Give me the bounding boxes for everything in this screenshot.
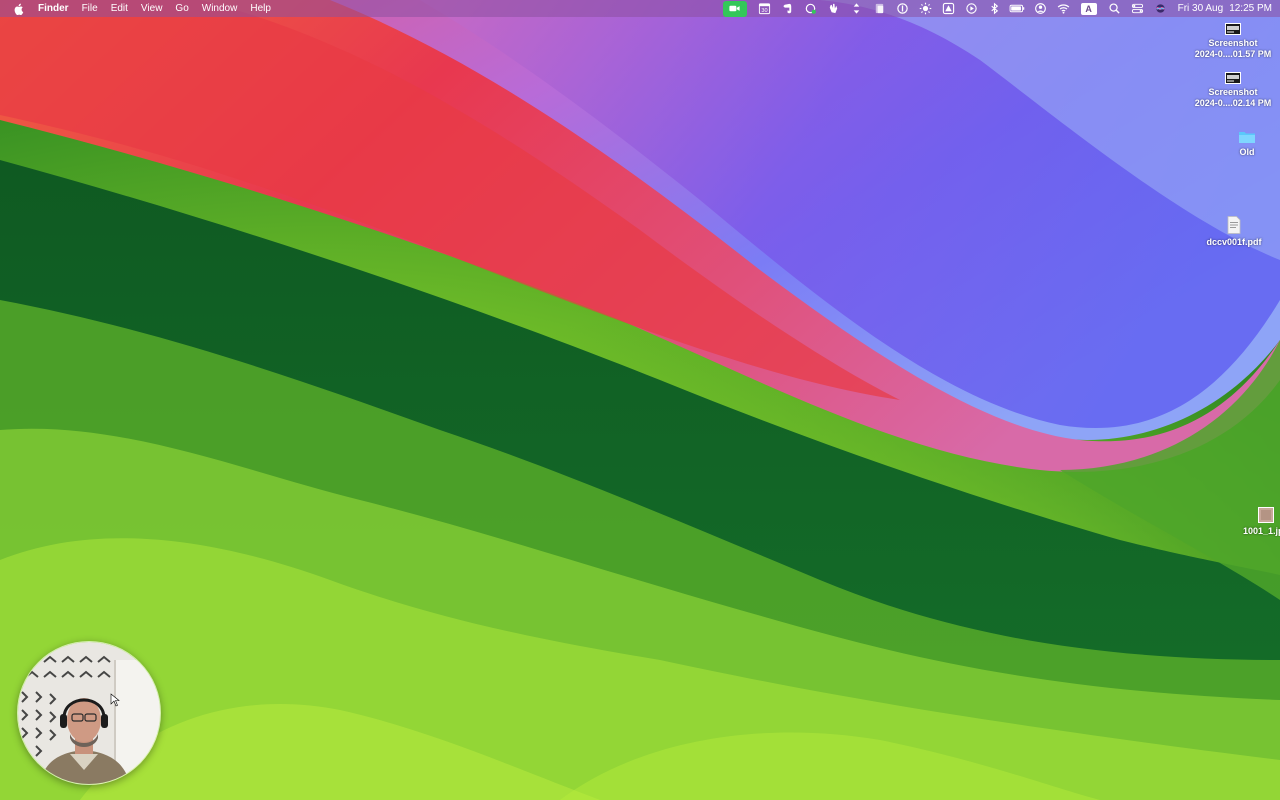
desktop-item-name: Old (1239, 147, 1255, 157)
desktop-item-subtitle: 2024-0....02.14 PM (1194, 98, 1272, 108)
menu-go[interactable]: Go (175, 0, 188, 17)
menu-edit[interactable]: Edit (111, 0, 128, 17)
spotlight-search-icon[interactable] (1106, 1, 1124, 16)
screenshot-thumbnail-icon (1225, 72, 1241, 84)
apple-logo-icon[interactable] (12, 2, 26, 16)
menu-bar-clock[interactable]: Fri 30 Aug 12:25 PM (1178, 3, 1272, 14)
hand-gesture-icon[interactable] (825, 1, 843, 16)
menu-bar: Finder File Edit View Go Window Help 30 (0, 0, 1280, 17)
desktop-wallpaper (0, 0, 1280, 800)
siri-icon[interactable] (1152, 1, 1170, 16)
folder-icon (1239, 132, 1255, 143)
desktop-item-name: dccv001f.pdf (1206, 237, 1262, 247)
menu-bar-left: Finder File Edit View Go Window Help (0, 0, 284, 17)
menu-help[interactable]: Help (250, 0, 271, 17)
desktop-item-screenshot-2[interactable]: Screenshot 2024-0....02.14 PM (1188, 72, 1278, 109)
menu-file[interactable]: File (82, 0, 98, 17)
clock-date: Fri 30 Aug (1177, 3, 1224, 14)
menu-app-finder[interactable]: Finder (38, 0, 69, 17)
webcam-presenter-video (18, 642, 160, 784)
sync-status-icon[interactable] (802, 1, 820, 16)
user-account-icon[interactable] (1032, 1, 1050, 16)
battery-icon[interactable] (1009, 1, 1027, 16)
menu-bar-status-area: 30 A Fri 30 Aug 12:25 PM (722, 0, 1272, 17)
webcam-overlay (17, 641, 161, 785)
clock-time: 12:25 PM (1229, 3, 1272, 14)
desktop-item-name: Screenshot (1208, 87, 1258, 97)
drive-upload-icon[interactable] (940, 1, 958, 16)
desktop-item-folder-old[interactable]: Old (1202, 130, 1280, 158)
menu-view[interactable]: View (141, 0, 163, 17)
evernote-icon[interactable] (779, 1, 797, 16)
password-manager-icon[interactable] (894, 1, 912, 16)
image-file-icon (1258, 507, 1274, 523)
desktop-item-jpg[interactable]: 1001_1.jpg (1222, 507, 1280, 537)
media-play-icon[interactable] (963, 1, 981, 16)
screenshot-thumbnail-icon (1225, 23, 1241, 35)
desktop-item-pdf[interactable]: dccv001f.pdf (1189, 216, 1279, 248)
wifi-icon[interactable] (1055, 1, 1073, 16)
menu-window[interactable]: Window (202, 0, 238, 17)
window-manager-icon[interactable] (871, 1, 889, 16)
calendar-icon[interactable]: 30 (756, 1, 774, 16)
facetime-camera-icon[interactable] (722, 0, 747, 17)
pdf-document-icon (1227, 216, 1241, 234)
brightness-icon[interactable] (917, 1, 935, 16)
desktop-item-screenshot-1[interactable]: Screenshot 2024-0....01.57 PM (1188, 23, 1278, 60)
input-source-indicator[interactable]: A (1080, 2, 1097, 15)
bluetooth-icon[interactable] (986, 1, 1004, 16)
control-center-icon[interactable] (1129, 1, 1147, 16)
desktop-item-name: Screenshot (1208, 38, 1258, 48)
scroll-arrows-icon[interactable] (848, 1, 866, 16)
calendar-day-text: 30 (762, 8, 768, 14)
desktop-item-subtitle: 2024-0....01.57 PM (1194, 49, 1272, 59)
desktop-item-name: 1001_1.jpg (1243, 526, 1280, 536)
